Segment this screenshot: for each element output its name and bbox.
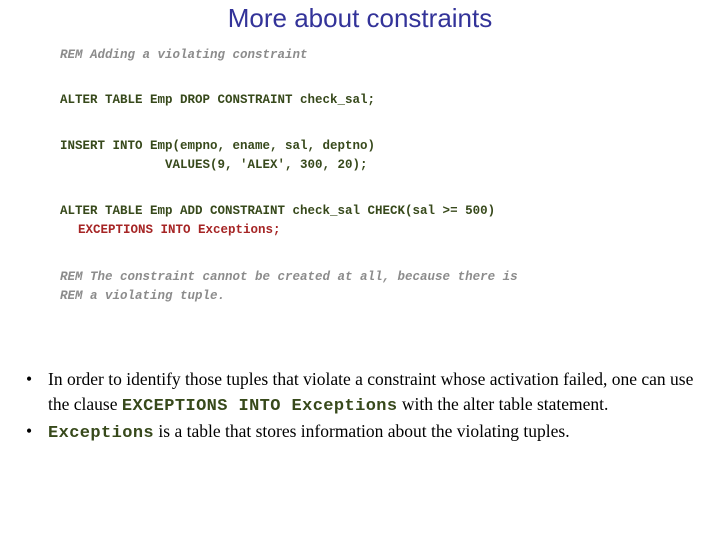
bullet-text-part2: with the alter table statement. (397, 393, 609, 414)
code-line-comment-cannot-create-2: REM a violating tuple. (60, 289, 226, 303)
code-line-alter-add-constraint: ALTER TABLE Emp ADD CONSTRAINT check_sal… (60, 204, 496, 218)
list-item: • In order to identify those tuples that… (16, 367, 708, 419)
list-item: • Exceptions is a table that stores info… (16, 419, 708, 447)
bullet-text-part2: is a table that stores information about… (154, 421, 570, 441)
sql-code-block: REM Adding a violating constraint ALTER … (60, 46, 700, 306)
code-line-alter-drop-constraint: ALTER TABLE Emp DROP CONSTRAINT check_sa… (60, 93, 376, 107)
slide-canvas: More about constraints REM Adding a viol… (0, 0, 720, 540)
page-title: More about constraints (227, 3, 493, 33)
bullet-marker-icon: • (26, 369, 33, 389)
code-line-exceptions-into: EXCEPTIONS INTO Exceptions; (78, 223, 281, 237)
code-line-insert-into: INSERT INTO Emp(empno, ename, sal, deptn… (60, 139, 376, 153)
bullet-list: • In order to identify those tuples that… (16, 367, 708, 447)
bullet-inline-code: Exceptions (48, 424, 155, 443)
code-line-insert-values: VALUES(9, 'ALEX', 300, 20); (165, 158, 368, 172)
code-line-comment-adding: REM Adding a violating constraint (60, 48, 308, 62)
bullet-inline-code: EXCEPTIONS INTO Exceptions (121, 396, 398, 416)
code-line-comment-cannot-create-1: REM The constraint cannot be created at … (60, 270, 518, 284)
bullet-marker-icon: • (26, 421, 33, 441)
